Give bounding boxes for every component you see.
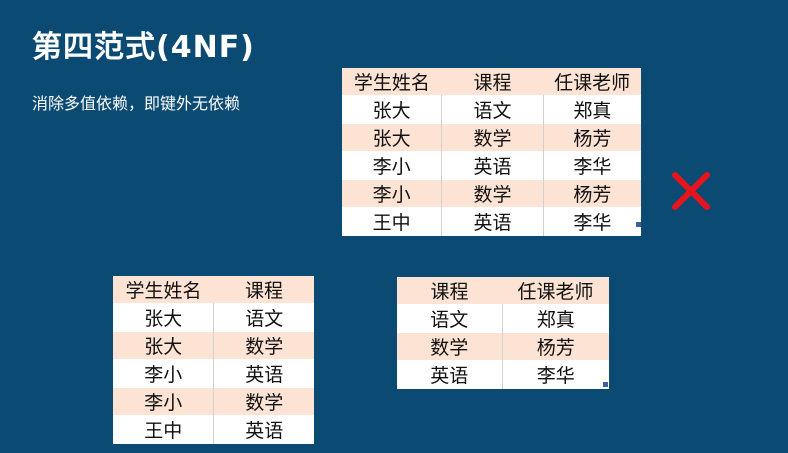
header-cell: 课程 xyxy=(441,68,544,96)
table-cell: 英语 xyxy=(397,360,503,389)
table-resize-handle[interactable] xyxy=(603,382,608,387)
table-course-teacher: 课程 任课老师 语文 郑真 数学 杨芳 英语 李华 xyxy=(397,277,609,389)
table-cell: 李小 xyxy=(342,151,443,180)
table-cell: 数学 xyxy=(213,331,314,360)
table-cell: 李小 xyxy=(113,387,215,416)
table-row: 李小 数学 杨芳 xyxy=(342,179,641,208)
table-cell: 王中 xyxy=(342,207,443,236)
table-row: 王中 英语 xyxy=(113,415,314,444)
table-cell: 英语 xyxy=(213,359,314,388)
table-row: 英语 李华 xyxy=(397,360,609,389)
table-row: 数学 杨芳 xyxy=(397,332,609,361)
table-cell: 英语 xyxy=(441,151,544,180)
table-cell: 杨芳 xyxy=(502,332,609,361)
table-cell: 李小 xyxy=(113,359,215,388)
table-cell: 语文 xyxy=(397,304,503,333)
table-cell: 数学 xyxy=(441,123,544,152)
table-cell: 李小 xyxy=(342,179,443,208)
header-cell: 学生姓名 xyxy=(342,68,442,96)
table-cell: 张大 xyxy=(113,303,215,332)
slide-title: 第四范式(4NF) xyxy=(32,30,255,65)
table-cell: 张大 xyxy=(342,95,443,124)
header-cell: 课程 xyxy=(397,277,502,305)
table-row: 张大 语文 郑真 xyxy=(342,95,641,124)
table-cell: 李华 xyxy=(502,360,609,389)
table-cell: 英语 xyxy=(213,415,314,444)
header-cell: 学生姓名 xyxy=(113,276,214,304)
table-row: 语文 郑真 xyxy=(397,304,609,333)
header-cell: 任课老师 xyxy=(502,277,609,305)
table-row: 李小 英语 xyxy=(113,359,314,388)
table-header-row: 学生姓名 课程 任课老师 xyxy=(342,68,641,96)
table-cell: 数学 xyxy=(397,332,503,361)
table-student-course: 学生姓名 课程 张大 语文 张大 数学 李小 英语 李小 数学 王中 英语 xyxy=(113,276,314,444)
table-cell: 杨芳 xyxy=(543,179,641,208)
table-cell: 英语 xyxy=(441,207,544,236)
header-cell: 课程 xyxy=(213,276,314,304)
table-row: 李小 英语 李华 xyxy=(342,151,641,180)
table-row: 李小 数学 xyxy=(113,387,314,416)
table-header-row: 课程 任课老师 xyxy=(397,277,609,305)
table-cell: 数学 xyxy=(441,179,544,208)
table-cell: 李华 xyxy=(543,207,641,236)
table-row: 张大 数学 杨芳 xyxy=(342,123,641,152)
table-cell: 语文 xyxy=(441,95,544,124)
table-cell: 郑真 xyxy=(502,304,609,333)
table-cell: 王中 xyxy=(113,415,215,444)
table-row: 张大 数学 xyxy=(113,331,314,360)
cross-icon xyxy=(672,172,710,210)
slide-subtitle: 消除多值依赖，即键外无依赖 xyxy=(32,94,241,113)
table-resize-handle[interactable] xyxy=(636,222,641,227)
table-cell: 李华 xyxy=(543,151,641,180)
table-cell: 张大 xyxy=(113,331,215,360)
table-full: 学生姓名 课程 任课老师 张大 语文 郑真 张大 数学 杨芳 李小 英语 李华 … xyxy=(342,68,641,236)
table-header-row: 学生姓名 课程 xyxy=(113,276,314,304)
table-row: 王中 英语 李华 xyxy=(342,207,641,236)
table-row: 张大 语文 xyxy=(113,303,314,332)
table-cell: 杨芳 xyxy=(543,123,641,152)
table-cell: 张大 xyxy=(342,123,443,152)
table-cell: 语文 xyxy=(213,303,314,332)
table-cell: 郑真 xyxy=(543,95,641,124)
header-cell: 任课老师 xyxy=(543,68,641,96)
table-cell: 数学 xyxy=(213,387,314,416)
